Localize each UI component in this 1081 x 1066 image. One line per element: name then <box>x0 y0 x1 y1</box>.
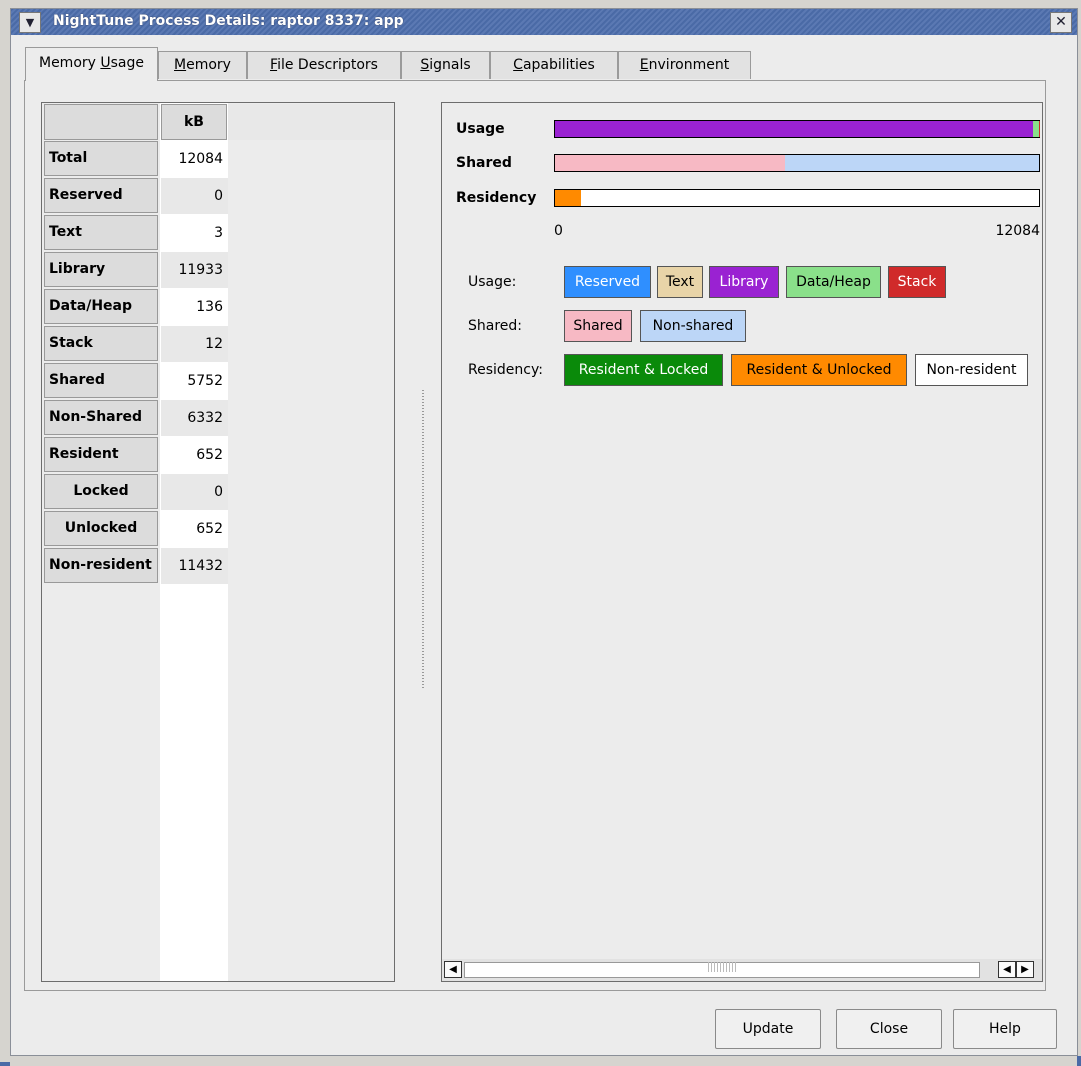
chevron-down-icon[interactable]: ▼ <box>19 12 41 33</box>
row-header: Resident <box>44 437 158 472</box>
close-button[interactable]: Close <box>836 1009 942 1049</box>
row-header: Reserved <box>44 178 158 213</box>
tab-memory[interactable]: Memory <box>158 51 247 79</box>
row-header: Library <box>44 252 158 287</box>
table-row[interactable]: Text 3 <box>44 215 228 251</box>
legend-chip-resident-locked: Resident & Locked <box>564 354 723 386</box>
row-header: Shared <box>44 363 158 398</box>
row-value: 3 <box>214 225 223 241</box>
legend-chip-non-resident: Non-resident <box>915 354 1028 386</box>
legend-chip-stack: Stack <box>888 266 946 298</box>
table-row[interactable]: Resident 652 <box>44 437 228 473</box>
row-header: Data/Heap <box>44 289 158 324</box>
shared-segment-non-shared <box>785 155 1039 171</box>
scrollbar-grip[interactable] <box>708 962 736 972</box>
row-value: 11933 <box>161 252 228 288</box>
legend-chip-data-heap: Data/Heap <box>786 266 881 298</box>
scroll-right-arrow-icon[interactable]: ▶ <box>1016 961 1034 978</box>
row-value: 5752 <box>187 373 223 389</box>
residency-segment-non-resident <box>581 190 1039 206</box>
legend-chip-reserved: Reserved <box>564 266 651 298</box>
residency-bar <box>554 189 1040 207</box>
help-button[interactable]: Help <box>953 1009 1057 1049</box>
scroll-left-arrow-icon[interactable]: ◀ <box>998 961 1016 978</box>
tab-capabilities[interactable]: Capabilities <box>490 51 618 79</box>
usage-bar <box>554 120 1040 138</box>
column-header-kb[interactable]: kB <box>161 104 227 140</box>
row-header: Stack <box>44 326 158 361</box>
tab-environment[interactable]: Environment <box>618 51 751 79</box>
row-value: 652 <box>196 521 223 537</box>
row-value: 12 <box>161 326 228 362</box>
window-title: NightTune Process Details: raptor 8337: … <box>53 13 404 29</box>
shared-segment-shared <box>555 155 786 171</box>
horizontal-scrollbar[interactable]: ◀ ◀ ▶ <box>442 959 1042 981</box>
shared-bar-label: Shared <box>456 155 512 171</box>
table-row[interactable]: Data/Heap 136 <box>44 289 228 325</box>
row-header: Locked <box>44 474 158 509</box>
usage-bar-label: Usage <box>456 121 505 137</box>
table-row[interactable]: Total 12084 <box>44 141 228 177</box>
row-header: Unlocked <box>44 511 158 546</box>
row-value: 11432 <box>161 548 228 584</box>
memory-chart-panel: Usage Shared Residency 0 12084 Usage: Re… <box>441 102 1043 982</box>
table-corner-header <box>44 104 158 140</box>
tab-memory-usage[interactable]: Memory Usage <box>25 47 158 81</box>
row-header: Text <box>44 215 158 250</box>
row-value: 12084 <box>178 151 223 167</box>
legend-chip-library: Library <box>709 266 779 298</box>
legend-chip-resident-unlocked: Resident & Unlocked <box>731 354 907 386</box>
row-value: 652 <box>196 447 223 463</box>
table-row[interactable]: Stack 12 <box>44 326 228 362</box>
table-row[interactable]: Reserved 0 <box>44 178 228 214</box>
table-row[interactable]: Non-resident 11432 <box>44 548 228 584</box>
legend-residency-label: Residency: <box>468 362 543 378</box>
table-row[interactable]: Library 11933 <box>44 252 228 288</box>
tab-signals[interactable]: Signals <box>401 51 490 79</box>
title-bar[interactable]: ▼ NightTune Process Details: raptor 8337… <box>11 9 1077 35</box>
row-header: Non-Shared <box>44 400 158 435</box>
close-icon[interactable]: ✕ <box>1050 12 1072 33</box>
legend-chip-non-shared: Non-shared <box>640 310 746 342</box>
row-value: 6332 <box>161 400 228 436</box>
memory-table[interactable]: kB Total 12084 Reserved 0 Text 3 Library… <box>41 102 395 982</box>
legend-chip-text: Text <box>657 266 703 298</box>
table-row[interactable]: Non-Shared 6332 <box>44 400 228 436</box>
shared-bar <box>554 154 1040 172</box>
usage-segment-library <box>555 121 1034 137</box>
row-value: 0 <box>161 178 228 214</box>
update-button[interactable]: Update <box>715 1009 821 1049</box>
legend-chip-shared: Shared <box>564 310 632 342</box>
residency-segment-resident-unlocked <box>555 190 582 206</box>
scroll-left-arrow-icon[interactable]: ◀ <box>444 961 462 978</box>
row-header: Total <box>44 141 158 176</box>
table-row[interactable]: Shared 5752 <box>44 363 228 399</box>
axis-max-label: 12084 <box>995 223 1040 239</box>
table-row[interactable]: Locked 0 <box>44 474 228 510</box>
row-value: 0 <box>161 474 228 510</box>
table-row[interactable]: Unlocked 652 <box>44 511 228 547</box>
pane-splitter-handle[interactable] <box>422 390 424 690</box>
residency-bar-label: Residency <box>456 190 537 206</box>
axis-min-label: 0 <box>554 223 563 239</box>
row-value: 136 <box>196 299 223 315</box>
row-header: Non-resident <box>44 548 158 583</box>
tab-file-descriptors[interactable]: File Descriptors <box>247 51 401 79</box>
legend-usage-label: Usage: <box>468 274 517 290</box>
legend-shared-label: Shared: <box>468 318 523 334</box>
